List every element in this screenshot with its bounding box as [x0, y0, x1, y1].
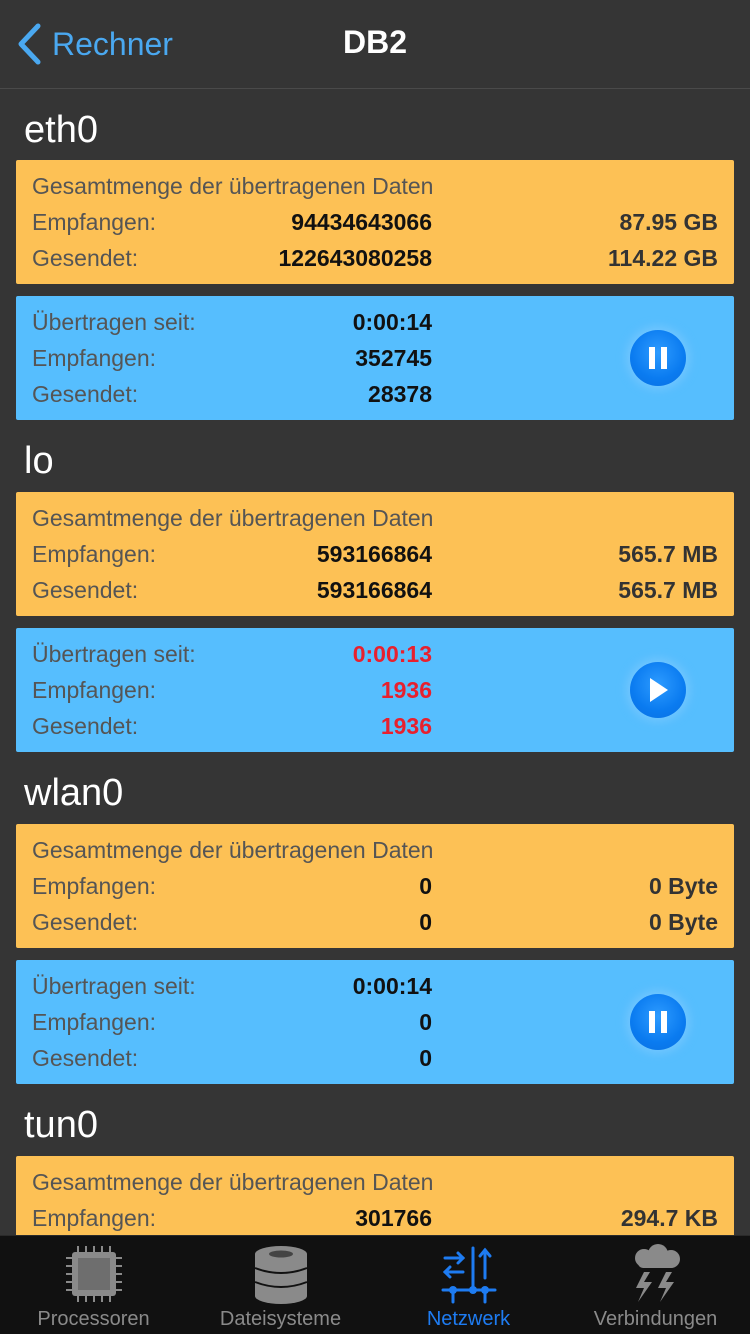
play-icon [650, 678, 668, 702]
received-label: Empfangen: [32, 1009, 157, 1035]
live-sent-row: Gesendet: 0 [32, 1040, 718, 1076]
received-bytes: 1936 [380, 677, 432, 703]
sent-human: 114.22 GB [608, 245, 718, 271]
tab-verbindungen[interactable]: Verbindungen [562, 1236, 749, 1334]
received-label: Empfangen: [32, 345, 157, 371]
live-sent-row: Gesendet: 28378 [32, 376, 718, 412]
cpu-chip-icon [65, 1246, 122, 1302]
total-sent-row: Gesendet: 122643080258 114.22 GB [32, 240, 718, 276]
interface-title-tun0: tun0 [24, 1104, 98, 1146]
play-button[interactable] [630, 662, 686, 718]
live-since-row: Übertragen seit: 0:00:14 [32, 304, 718, 340]
live-transfer-card-eth0: Übertragen seit: 0:00:14 Empfangen: 3527… [16, 296, 734, 420]
sent-bytes: 28378 [368, 381, 432, 407]
tab-netzwerk[interactable]: Netzwerk [375, 1236, 562, 1334]
received-label: Empfangen: [32, 677, 157, 703]
sent-bytes: 1936 [380, 713, 432, 739]
tab-label: Dateisysteme [219, 1308, 342, 1330]
total-heading: Gesamtmenge der übertragenen Daten [32, 505, 434, 531]
total-received-row: Empfangen: 301766 294.7 KB [32, 1200, 718, 1236]
live-since-row: Übertragen seit: 0:00:13 [32, 636, 718, 672]
interface-title-wlan0: wlan0 [24, 772, 124, 814]
tab-processoren[interactable]: Processoren [0, 1236, 187, 1334]
sent-bytes: 0 [419, 1045, 432, 1071]
tab-label: Processoren [37, 1308, 150, 1330]
pause-button[interactable] [630, 994, 686, 1050]
received-bytes: 0 [419, 1009, 432, 1035]
live-received-row: Empfangen: 1936 [32, 672, 718, 708]
live-since-row: Übertragen seit: 0:00:14 [32, 968, 718, 1004]
total-heading: Gesamtmenge der übertragenen Daten [32, 1169, 434, 1195]
received-bytes: 0 [419, 873, 432, 899]
sent-label: Gesendet: [32, 909, 139, 935]
database-icon [254, 1246, 307, 1304]
total-heading-row: Gesamtmenge der übertragenen Daten [32, 832, 718, 868]
sent-label: Gesendet: [32, 577, 139, 603]
live-sent-row: Gesendet: 1936 [32, 708, 718, 744]
received-human: 87.95 GB [619, 209, 718, 235]
live-transfer-card-lo: Übertragen seit: 0:00:13 Empfangen: 1936… [16, 628, 734, 752]
sent-human: 0 Byte [648, 909, 718, 935]
total-transfer-card-tun0: Gesamtmenge der übertragenen Daten Empfa… [16, 1156, 734, 1236]
tab-bar: Processoren Dateisysteme Netzwerk Verbin… [0, 1235, 750, 1334]
received-label: Empfangen: [32, 873, 157, 899]
total-transfer-card-wlan0: Gesamtmenge der übertragenen Daten Empfa… [16, 824, 734, 948]
sent-bytes: 0 [419, 909, 432, 935]
since-value: 0:00:13 [352, 641, 432, 667]
received-label: Empfangen: [32, 1205, 157, 1231]
navigation-bar: Rechner DB2 [0, 0, 750, 89]
pause-button[interactable] [630, 330, 686, 386]
tab-label: Netzwerk [426, 1308, 511, 1330]
total-heading-row: Gesamtmenge der übertragenen Daten [32, 168, 718, 204]
received-bytes: 94434643066 [291, 209, 432, 235]
pause-icon [649, 1011, 667, 1033]
total-sent-row: Gesendet: 593166864 565.7 MB [32, 572, 718, 608]
pause-icon [649, 347, 667, 369]
total-heading: Gesamtmenge der übertragenen Daten [32, 173, 434, 199]
sent-label: Gesendet: [32, 381, 139, 407]
received-bytes: 593166864 [316, 541, 432, 567]
tab-label: Verbindungen [593, 1308, 718, 1330]
tab-dateisysteme[interactable]: Dateisysteme [187, 1236, 374, 1334]
storm-cloud-icon [634, 1244, 680, 1302]
interface-title-lo: lo [24, 440, 54, 482]
total-heading-row: Gesamtmenge der übertragenen Daten [32, 1164, 718, 1200]
received-human: 0 Byte [648, 873, 718, 899]
received-human: 294.7 KB [620, 1205, 718, 1231]
live-transfer-card-wlan0: Übertragen seit: 0:00:14 Empfangen: 0 Ge… [16, 960, 734, 1084]
page-title: DB2 [342, 24, 407, 60]
sent-human: 565.7 MB [618, 577, 718, 603]
live-received-row: Empfangen: 0 [32, 1004, 718, 1040]
interface-list[interactable]: eth0 Gesamtmenge der übertragenen Daten … [0, 89, 750, 1236]
total-received-row: Empfangen: 593166864 565.7 MB [32, 536, 718, 572]
received-bytes: 352745 [355, 345, 432, 371]
received-label: Empfangen: [32, 209, 157, 235]
total-received-row: Empfangen: 0 0 Byte [32, 868, 718, 904]
total-received-row: Empfangen: 94434643066 87.95 GB [32, 204, 718, 240]
live-received-row: Empfangen: 352745 [32, 340, 718, 376]
sent-label: Gesendet: [32, 245, 139, 271]
sent-bytes: 122643080258 [278, 245, 433, 271]
interface-title-eth0: eth0 [24, 109, 98, 151]
sent-label: Gesendet: [32, 1045, 139, 1071]
total-transfer-card-eth0: Gesamtmenge der übertragenen Daten Empfa… [16, 160, 734, 284]
network-icon [441, 1246, 496, 1304]
received-human: 565.7 MB [618, 541, 718, 567]
sent-bytes: 593166864 [316, 577, 432, 603]
received-label: Empfangen: [32, 541, 157, 567]
total-sent-row: Gesendet: 0 0 Byte [32, 904, 718, 940]
received-bytes: 301766 [355, 1205, 432, 1231]
total-heading: Gesamtmenge der übertragenen Daten [32, 837, 434, 863]
since-value: 0:00:14 [352, 309, 432, 335]
total-transfer-card-lo: Gesamtmenge der übertragenen Daten Empfa… [16, 492, 734, 616]
since-value: 0:00:14 [352, 973, 432, 999]
total-heading-row: Gesamtmenge der übertragenen Daten [32, 500, 718, 536]
sent-label: Gesendet: [32, 713, 139, 739]
